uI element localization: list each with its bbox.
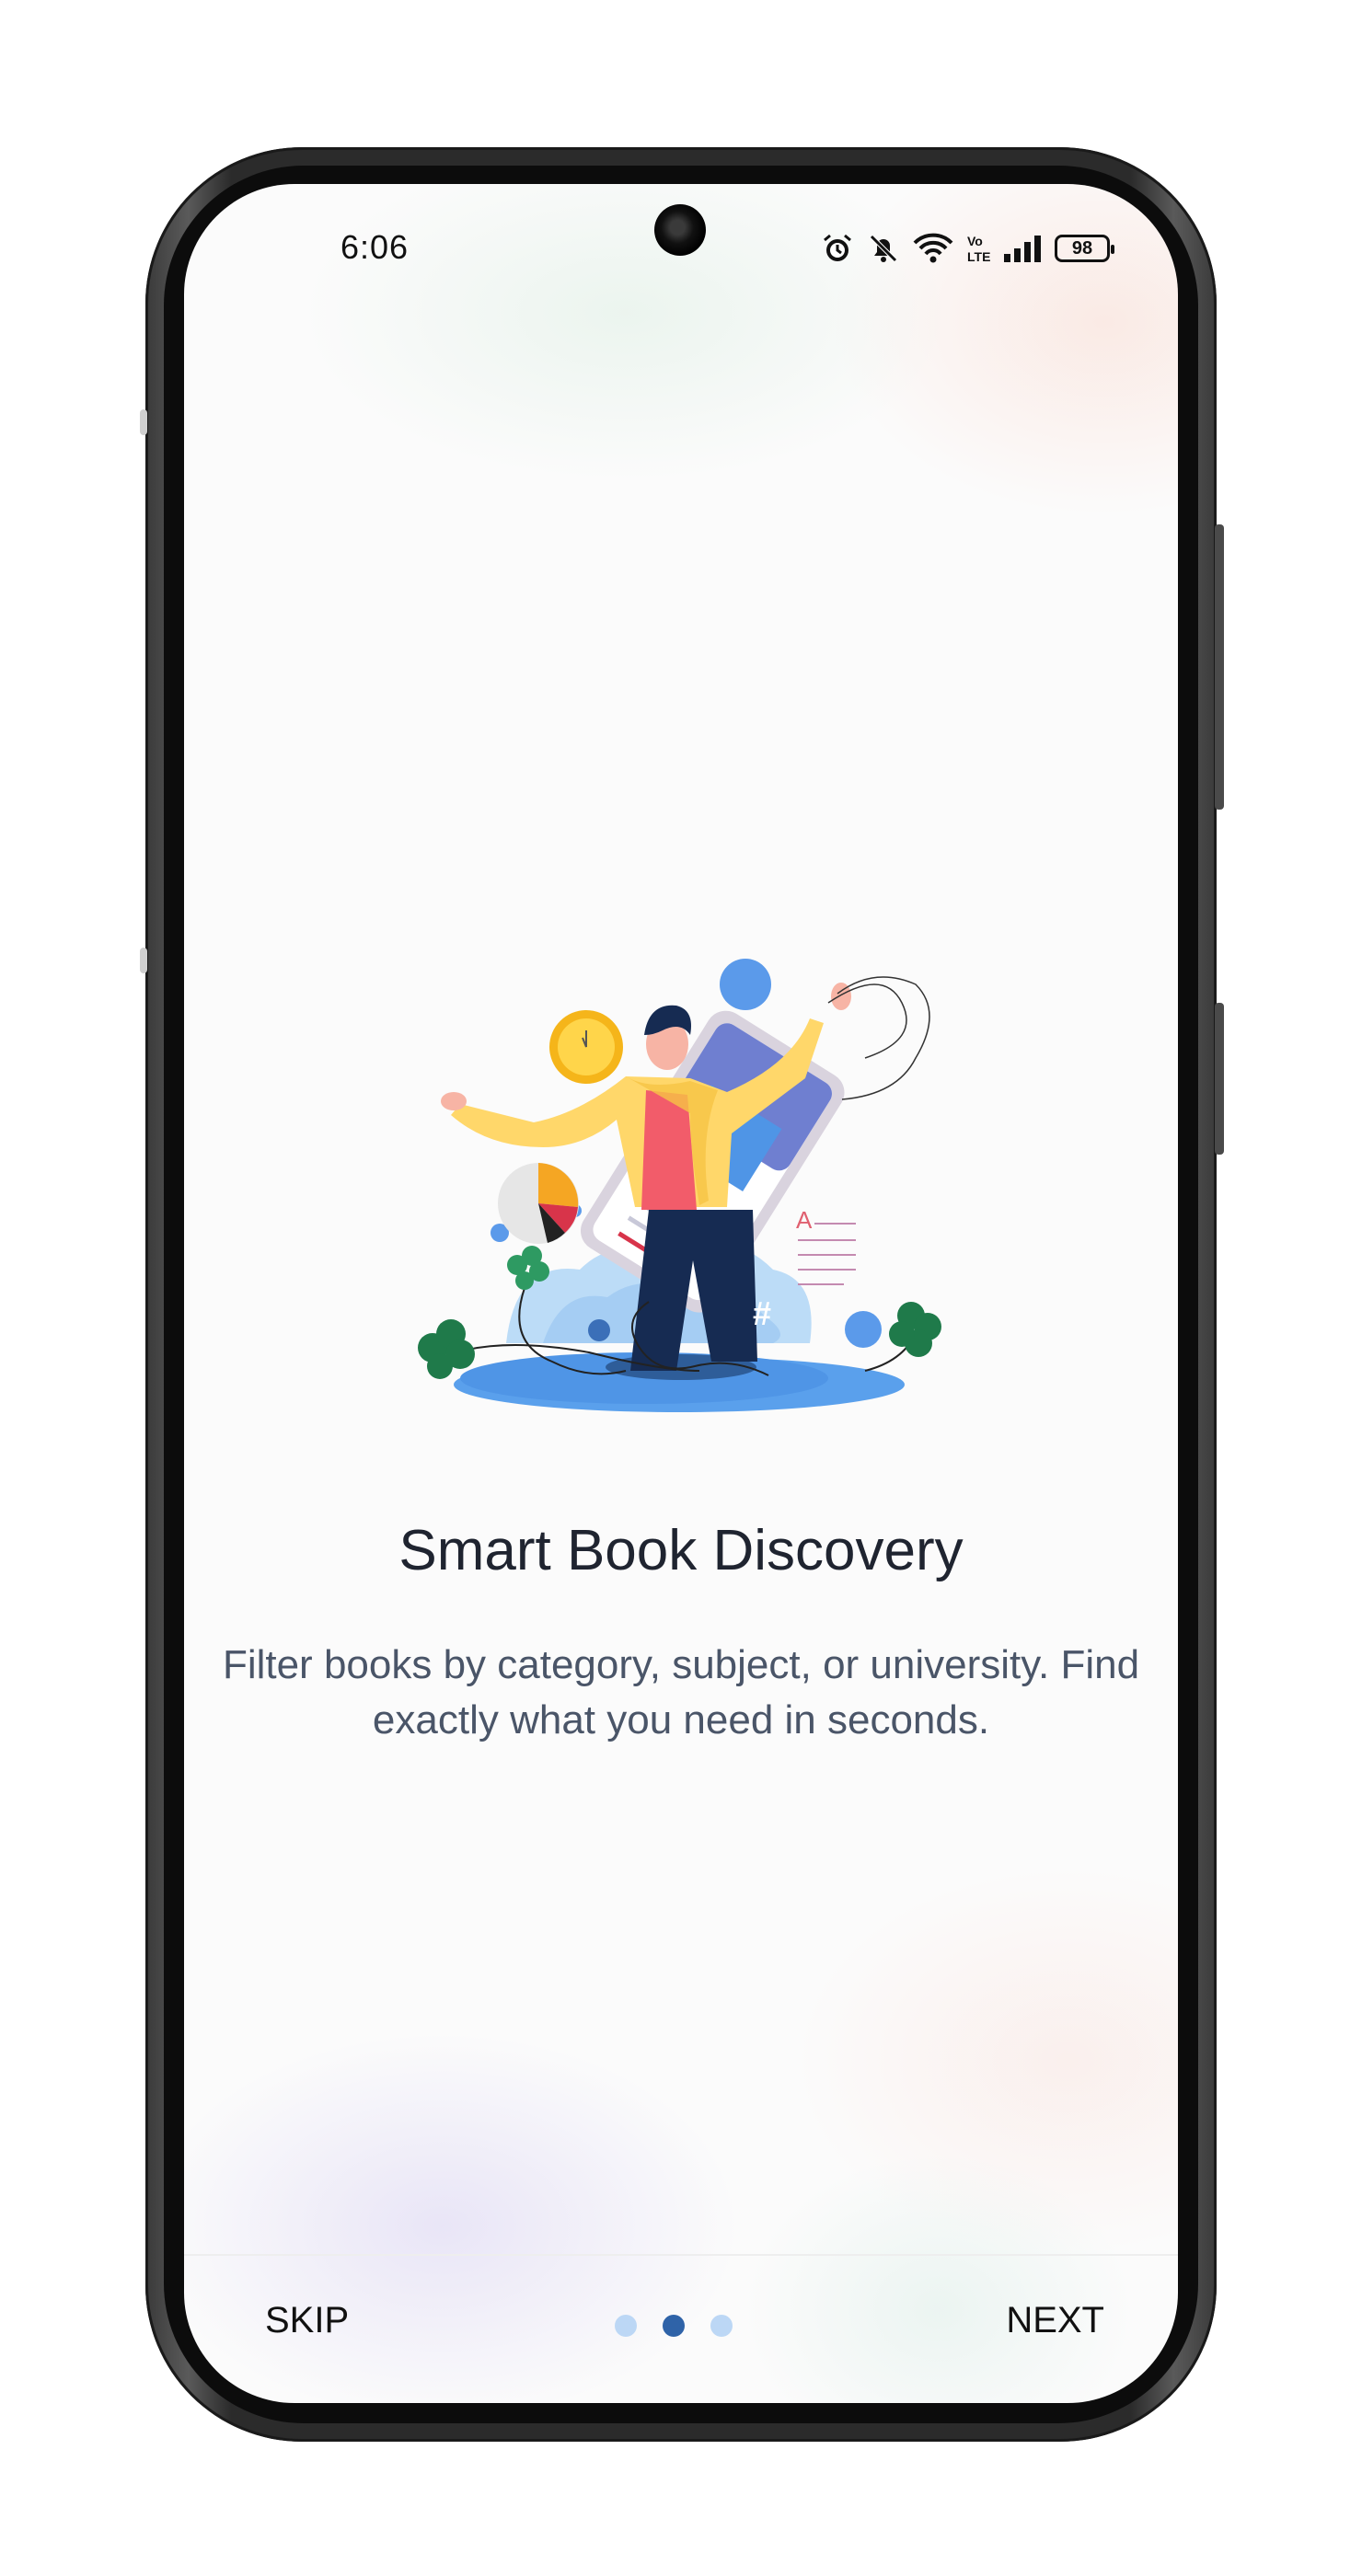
onboarding-description: Filter books by category, subject, or un… [222, 1642, 1140, 1742]
next-button[interactable]: NEXT [1006, 2300, 1104, 2341]
side-notch [140, 948, 147, 973]
side-notch [140, 409, 147, 435]
svg-text:A: A [796, 1206, 813, 1234]
power-button [1215, 1003, 1224, 1155]
bell-off-icon [867, 232, 900, 265]
volume-button [1215, 524, 1224, 810]
front-camera [654, 204, 706, 256]
page-dot-3[interactable] [710, 2315, 733, 2337]
svg-text:#: # [753, 1294, 771, 1332]
volte-icon: Vo LTE [966, 232, 990, 265]
alarm-icon [821, 232, 854, 265]
battery-icon: 98 [1055, 235, 1114, 262]
svg-text:Vo: Vo [967, 234, 983, 248]
status-time: 6:06 [340, 228, 410, 266]
svg-text:LTE: LTE [967, 249, 990, 264]
page-indicator [615, 2315, 733, 2337]
page-dot-2-active[interactable] [663, 2315, 685, 2337]
onboarding-title: Smart Book Discovery [398, 1519, 964, 1582]
signal-icon [1003, 234, 1042, 263]
page-dot-1[interactable] [615, 2315, 637, 2337]
wifi-icon [913, 232, 953, 265]
status-icons: Vo LTE 98 [821, 228, 1114, 269]
app-screen: 6:06 Vo LTE 98 A # Smart Book Discovery … [184, 184, 1178, 2403]
person-reading-from-phone-illustration: A # [418, 959, 941, 1412]
skip-button[interactable]: SKIP [265, 2300, 349, 2341]
footer-divider [184, 2254, 1178, 2256]
